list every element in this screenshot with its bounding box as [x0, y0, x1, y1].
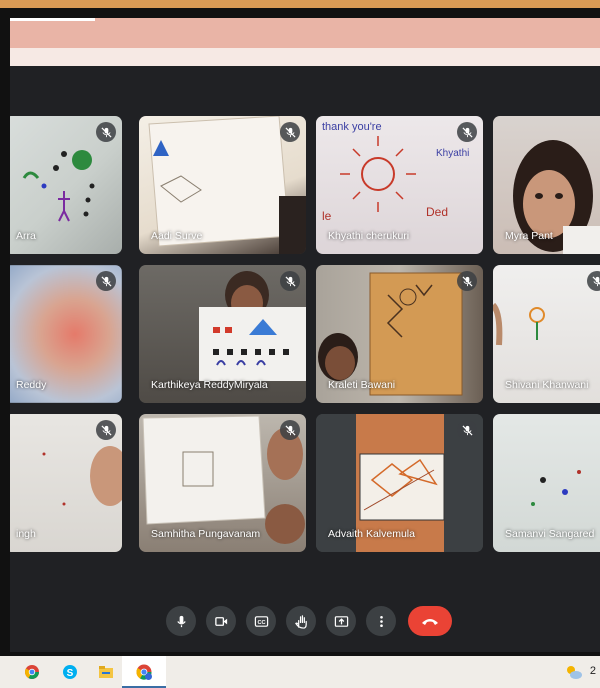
participant-tile[interactable]: Reddy [10, 265, 122, 403]
muted-mic-icon [457, 271, 477, 291]
muted-mic-icon [280, 122, 300, 142]
participant-tile[interactable]: Samanvi Sangared [493, 414, 600, 552]
chrome-icon[interactable] [22, 662, 42, 682]
more-options-icon[interactable] [366, 606, 396, 636]
camera-icon[interactable] [206, 606, 236, 636]
windows-taskbar: S 2 [0, 656, 600, 688]
participant-name: Karthikeya ReddyMiryala [151, 379, 268, 391]
muted-mic-icon [280, 420, 300, 440]
browser-address-area [10, 48, 600, 66]
muted-mic-icon [96, 271, 116, 291]
screen: Arra Aadi Surve thank you're Khyathi Ded… [0, 0, 600, 688]
svg-text:Khyathi: Khyathi [436, 148, 469, 159]
participant-name: Samanvi Sangared [505, 528, 595, 540]
file-explorer-icon[interactable] [96, 662, 116, 682]
participant-name: Advaith Kalvemula [328, 528, 415, 540]
participant-name: Khyathi cherukuri [328, 230, 410, 242]
participant-tile[interactable]: Advaith Kalvemula [316, 414, 483, 552]
browser-tab-strip [10, 18, 600, 48]
participant-name: Reddy [16, 379, 47, 391]
participant-tile[interactable]: Myra Pant [493, 116, 600, 254]
participant-tile[interactable]: ingh [10, 414, 122, 552]
participant-tile[interactable]: Aadi Surve [139, 116, 306, 254]
muted-mic-icon [587, 271, 600, 291]
meeting-controls: CC [10, 602, 600, 642]
muted-mic-icon [280, 271, 300, 291]
participant-name: Shivani Khanwani [505, 379, 589, 391]
participant-tile[interactable]: Samhitha Pungavanam [139, 414, 306, 552]
svg-text:thank you're: thank you're [322, 121, 382, 133]
muted-mic-icon [457, 122, 477, 142]
participant-tile[interactable]: Kraleti Bawani [316, 265, 483, 403]
weather-temperature: 2 [589, 665, 596, 677]
skype-icon[interactable]: S [60, 662, 80, 682]
end-call-icon[interactable] [408, 606, 452, 636]
svg-text:le: le [322, 209, 332, 223]
meeting-grid: Arra Aadi Surve thank you're Khyathi Ded… [10, 66, 600, 652]
muted-mic-icon [96, 420, 116, 440]
active-tab-indicator [10, 18, 95, 21]
participant-tile[interactable]: Arra [10, 116, 122, 254]
present-icon[interactable] [326, 606, 356, 636]
participant-tile[interactable]: thank you're Khyathi Ded le Khyathi cher… [316, 116, 483, 254]
svg-text:S: S [67, 668, 74, 679]
captions-label: CC [257, 619, 265, 625]
participant-name: Arra [16, 230, 36, 242]
muted-mic-icon [457, 420, 477, 440]
participant-name: Myra Pant [505, 230, 553, 242]
muted-mic-icon [96, 122, 116, 142]
weather-icon[interactable] [564, 662, 584, 682]
participant-name: Samhitha Pungavanam [151, 528, 261, 540]
chrome-profile-icon[interactable] [134, 662, 154, 682]
svg-text:Ded: Ded [426, 205, 448, 219]
participant-name: ingh [16, 528, 36, 540]
raise-hand-icon[interactable] [286, 606, 316, 636]
participant-tile[interactable]: Karthikeya ReddyMiryala [139, 265, 306, 403]
participant-tile[interactable]: Shivani Khanwani [493, 265, 600, 403]
mic-icon[interactable] [166, 606, 196, 636]
participant-name: Aadi Surve [151, 230, 203, 242]
captions-icon[interactable]: CC [246, 606, 276, 636]
participant-name: Kraleti Bawani [328, 379, 396, 391]
